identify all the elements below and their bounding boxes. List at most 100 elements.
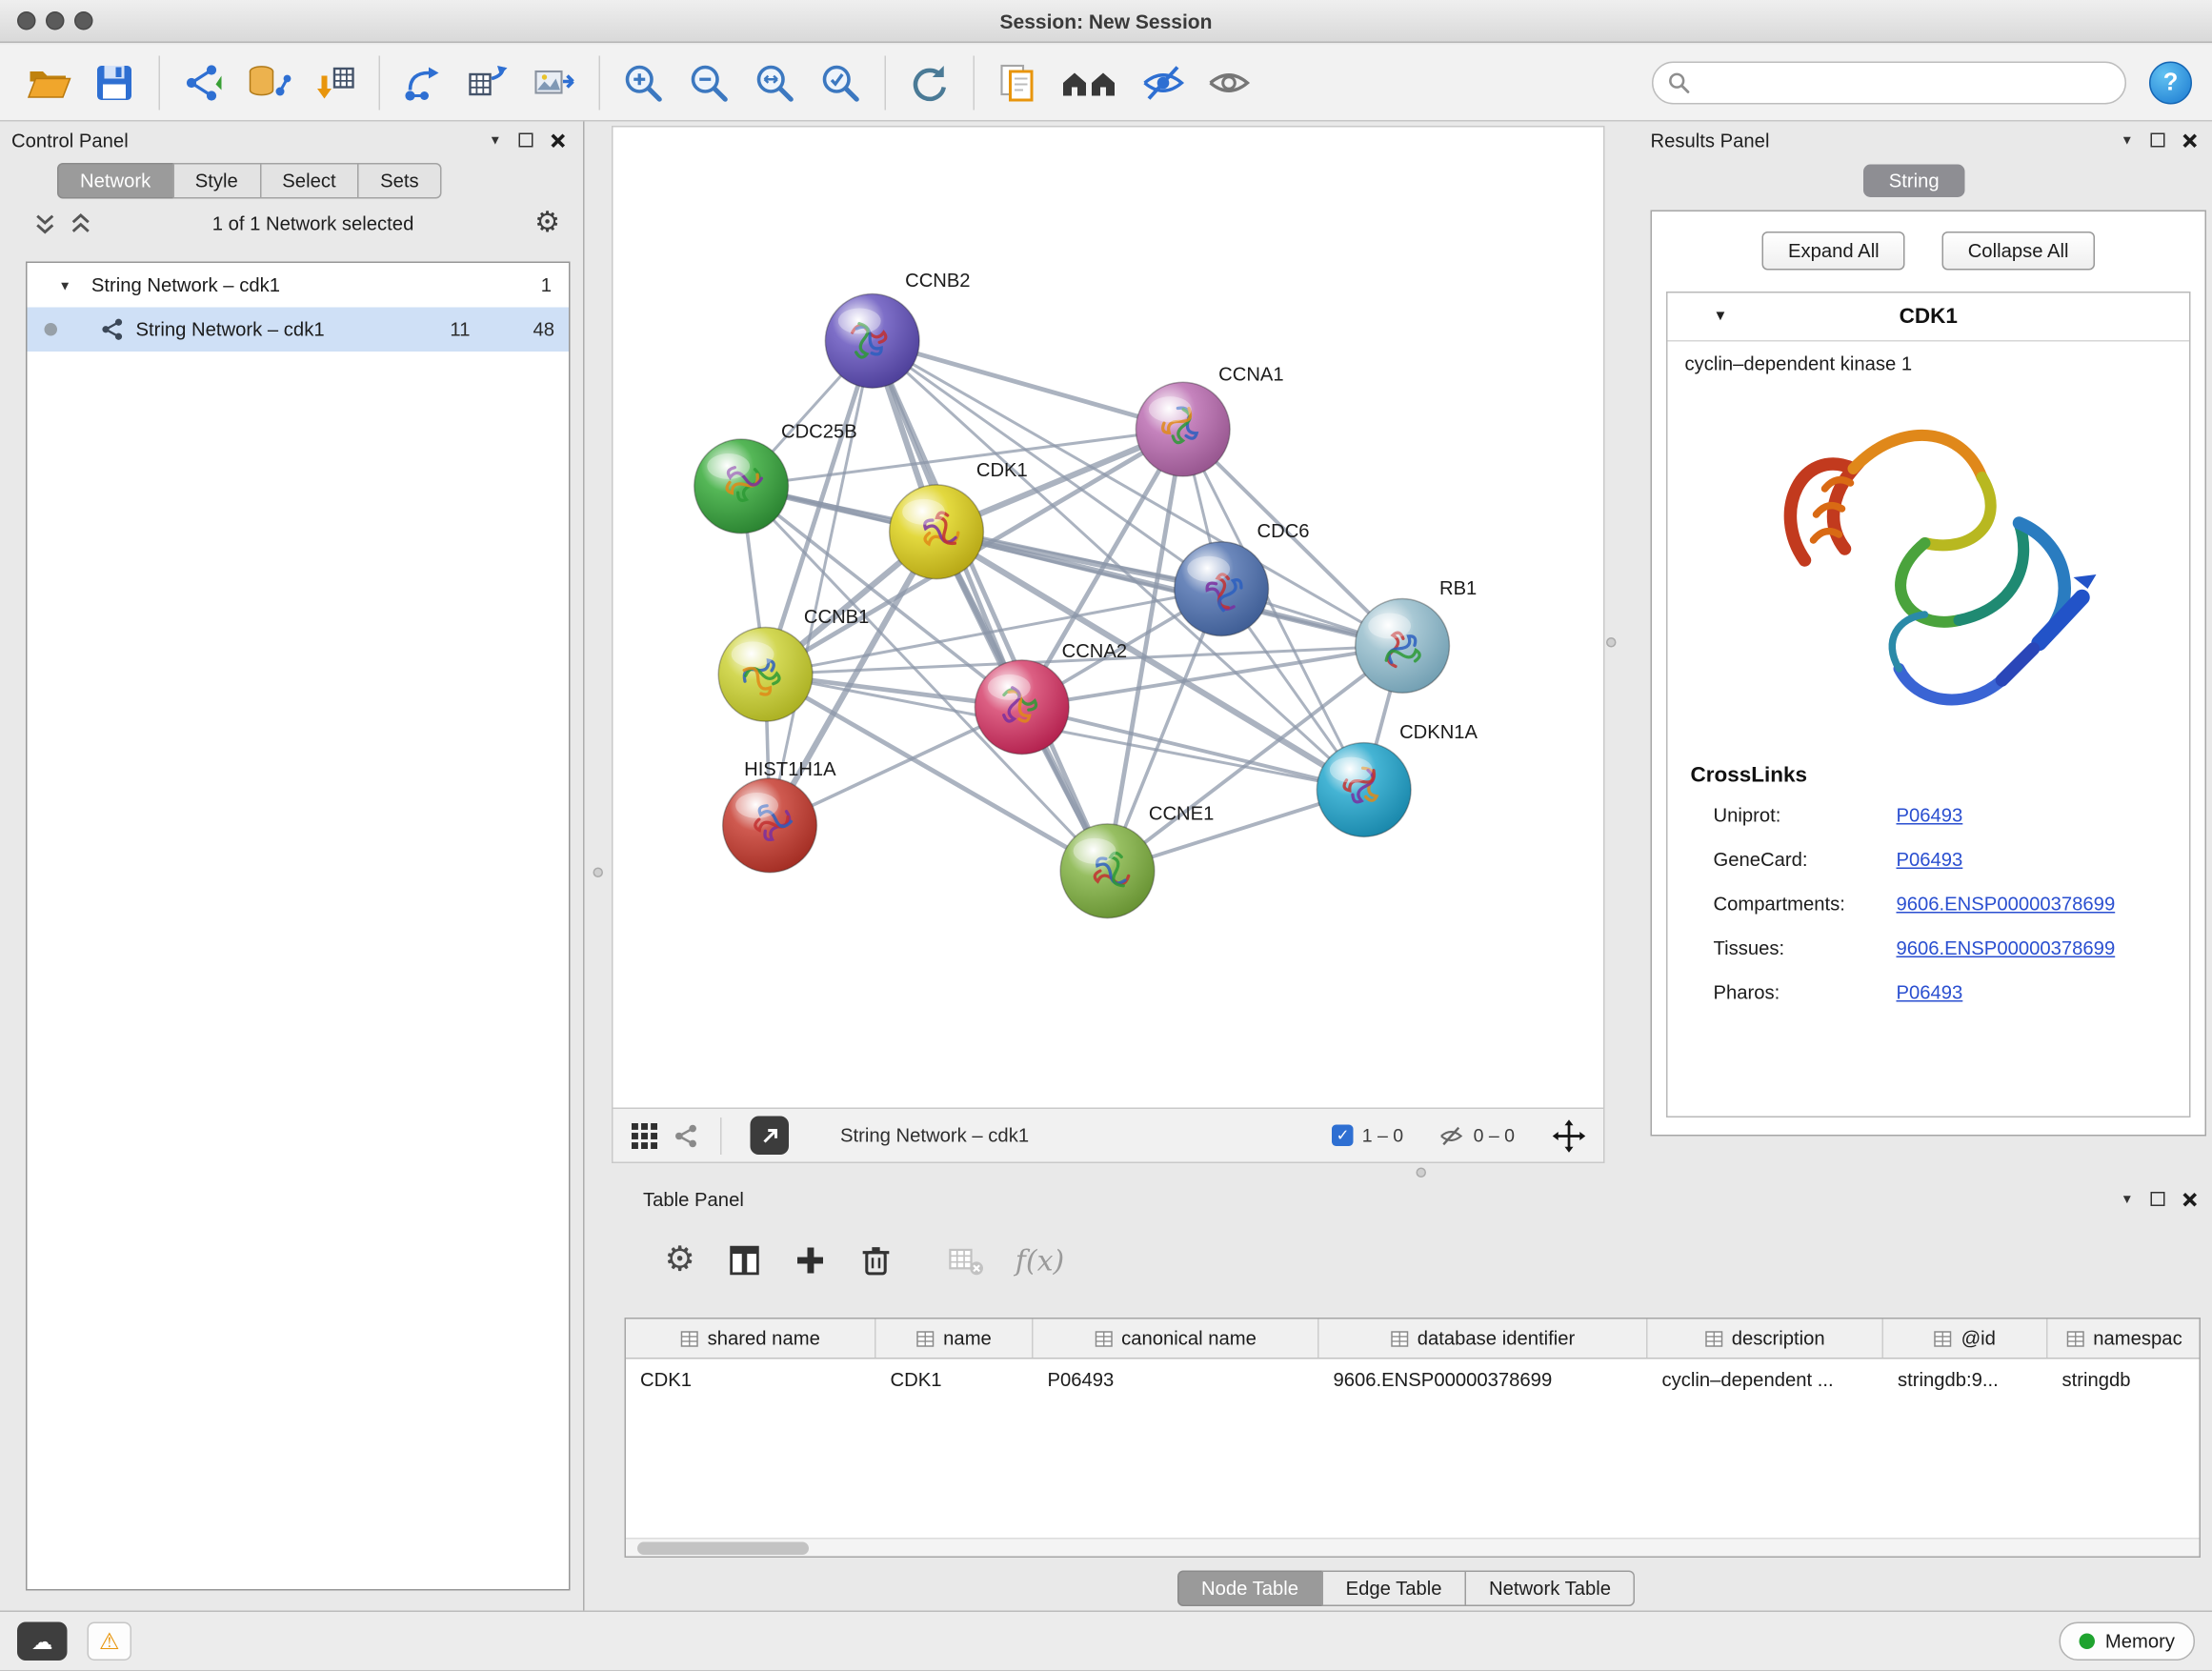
float-panel-icon[interactable] (2151, 1192, 2165, 1206)
horizontal-splitter-handle[interactable] (1417, 1168, 1427, 1178)
tab-network-table[interactable]: Network Table (1465, 1571, 1636, 1607)
network-edge[interactable] (873, 341, 1108, 871)
new-network-button[interactable] (394, 53, 452, 111)
expand-all-button[interactable]: Expand All (1762, 232, 1905, 271)
fit-content-crosshair-icon[interactable] (1552, 1118, 1586, 1153)
view-share-icon[interactable] (674, 1122, 699, 1148)
collapse-all-tree-icon[interactable] (70, 212, 92, 234)
import-network-from-file-button[interactable] (174, 53, 231, 111)
tab-string[interactable]: String (1863, 165, 1965, 198)
float-panel-icon[interactable] (519, 133, 533, 148)
search-input[interactable] (1699, 71, 2111, 93)
table-settings-gear-icon[interactable]: ⚙ (665, 1243, 695, 1278)
import-table-button[interactable] (306, 53, 363, 111)
grid-mode-icon[interactable] (631, 1121, 659, 1150)
search-box[interactable] (1652, 61, 2126, 104)
collapse-panel-icon[interactable]: ▼ (489, 133, 501, 147)
disclosure-triangle-icon[interactable]: ▼ (1714, 309, 1728, 325)
zoom-in-button[interactable] (614, 53, 672, 111)
open-session-button[interactable] (20, 53, 77, 111)
window-close-button[interactable] (17, 11, 36, 30)
network-node[interactable] (1060, 824, 1155, 918)
network-node[interactable] (890, 485, 984, 579)
column-header[interactable]: namespac (2048, 1319, 2202, 1359)
column-header[interactable]: description (1648, 1319, 1884, 1359)
expand-all-tree-icon[interactable] (34, 212, 56, 234)
scrollbar-thumb[interactable] (637, 1542, 809, 1556)
zoom-selected-button[interactable] (812, 53, 869, 111)
network-node[interactable] (975, 660, 1069, 755)
tab-sets[interactable]: Sets (357, 163, 442, 199)
collapse-panel-icon[interactable]: ▼ (2121, 133, 2133, 147)
tab-style[interactable]: Style (172, 163, 261, 199)
gene-section-header[interactable]: ▼ CDK1 (1668, 293, 2190, 342)
crosslink-link[interactable]: P06493 (1897, 849, 2190, 871)
network-from-table-button[interactable] (460, 53, 517, 111)
select-columns-icon[interactable] (727, 1243, 761, 1278)
export-image-button[interactable] (526, 53, 583, 111)
vertical-splitter-handle[interactable] (1606, 637, 1617, 648)
zoom-out-button[interactable] (680, 53, 737, 111)
crosslink-link[interactable]: 9606.ENSP00000378699 (1897, 894, 2190, 916)
horizontal-scrollbar[interactable] (626, 1538, 2200, 1557)
network-canvas[interactable]: CCNB2CCNA1CDC25BCDK1CDC6RB1CCNB1CCNA2CDK… (612, 126, 1605, 1109)
column-header[interactable]: canonical name (1034, 1319, 1319, 1359)
network-node[interactable] (1136, 382, 1230, 476)
control-panel-tabs: NetworkStyleSelectSets (57, 163, 583, 199)
network-edge[interactable] (770, 341, 873, 826)
disclosure-triangle-icon[interactable]: ▼ (28, 278, 71, 292)
save-session-button[interactable] (86, 53, 143, 111)
close-panel-icon[interactable] (2182, 1191, 2199, 1207)
apply-layout-button[interactable] (900, 53, 957, 111)
warnings-button[interactable]: ⚠ (88, 1622, 132, 1661)
window-zoom-button[interactable] (74, 11, 93, 30)
network-selection-summary: 1 of 1 Network selected (106, 212, 520, 234)
close-panel-icon[interactable] (551, 132, 567, 149)
close-panel-icon[interactable] (2182, 132, 2199, 149)
collection-label: String Network – cdk1 (71, 274, 280, 296)
column-header[interactable]: name (876, 1319, 1034, 1359)
crosslink-link[interactable]: P06493 (1897, 982, 2190, 1004)
collapse-panel-icon[interactable]: ▼ (2121, 1193, 2133, 1206)
hide-show-graphics-button[interactable] (1135, 53, 1192, 111)
vertical-splitter-handle[interactable] (593, 868, 604, 878)
network-node[interactable] (694, 439, 789, 534)
column-header-label: database identifier (1418, 1328, 1575, 1350)
hidden-nodes-counter[interactable]: 0 – 0 (1438, 1124, 1515, 1147)
selected-nodes-counter[interactable]: ✓ 1 – 0 (1332, 1125, 1403, 1147)
delete-column-trash-icon[interactable] (858, 1243, 893, 1278)
network-row-selected[interactable]: String Network – cdk1 11 48 (28, 308, 570, 352)
zoom-fit-button[interactable] (746, 53, 803, 111)
float-panel-icon[interactable] (2151, 133, 2165, 148)
network-node[interactable] (723, 778, 817, 873)
copy-document-button[interactable] (989, 53, 1046, 111)
tab-network[interactable]: Network (57, 163, 173, 199)
detach-view-button[interactable] (751, 1117, 790, 1156)
window-minimize-button[interactable] (46, 11, 65, 30)
network-node[interactable] (1317, 743, 1411, 837)
network-node[interactable] (1175, 542, 1269, 636)
help-button[interactable]: ? (2149, 61, 2192, 104)
crosslink-link[interactable]: P06493 (1897, 805, 2190, 827)
import-network-from-database-button[interactable] (240, 53, 297, 111)
network-node[interactable] (718, 627, 813, 721)
tab-select[interactable]: Select (259, 163, 358, 199)
bundled-apps-button[interactable] (1055, 53, 1126, 111)
network-options-gear-icon[interactable]: ⚙ (534, 209, 560, 237)
crosslink-label: GeneCard: (1714, 849, 1897, 871)
network-collection-row[interactable]: ▼ String Network – cdk1 1 (28, 263, 570, 308)
column-header[interactable]: database identifier (1319, 1319, 1648, 1359)
collapse-all-button[interactable]: Collapse All (1942, 232, 2095, 271)
cloud-button[interactable]: ☁ (17, 1622, 68, 1661)
memory-button[interactable]: Memory (2060, 1622, 2195, 1661)
show-graphics-button[interactable] (1200, 53, 1257, 111)
network-node[interactable] (1356, 599, 1450, 694)
crosslink-link[interactable]: 9606.ENSP00000378699 (1897, 937, 2190, 959)
network-node[interactable] (825, 293, 919, 388)
tab-edge-table[interactable]: Edge Table (1321, 1571, 1466, 1607)
table-row[interactable]: CDK1CDK1P064939606.ENSP00000378699cyclin… (626, 1359, 2200, 1399)
tab-node-table[interactable]: Node Table (1176, 1571, 1322, 1607)
add-column-icon[interactable] (793, 1243, 827, 1278)
column-header[interactable]: shared name (626, 1319, 876, 1359)
column-header[interactable]: @id (1883, 1319, 2048, 1359)
